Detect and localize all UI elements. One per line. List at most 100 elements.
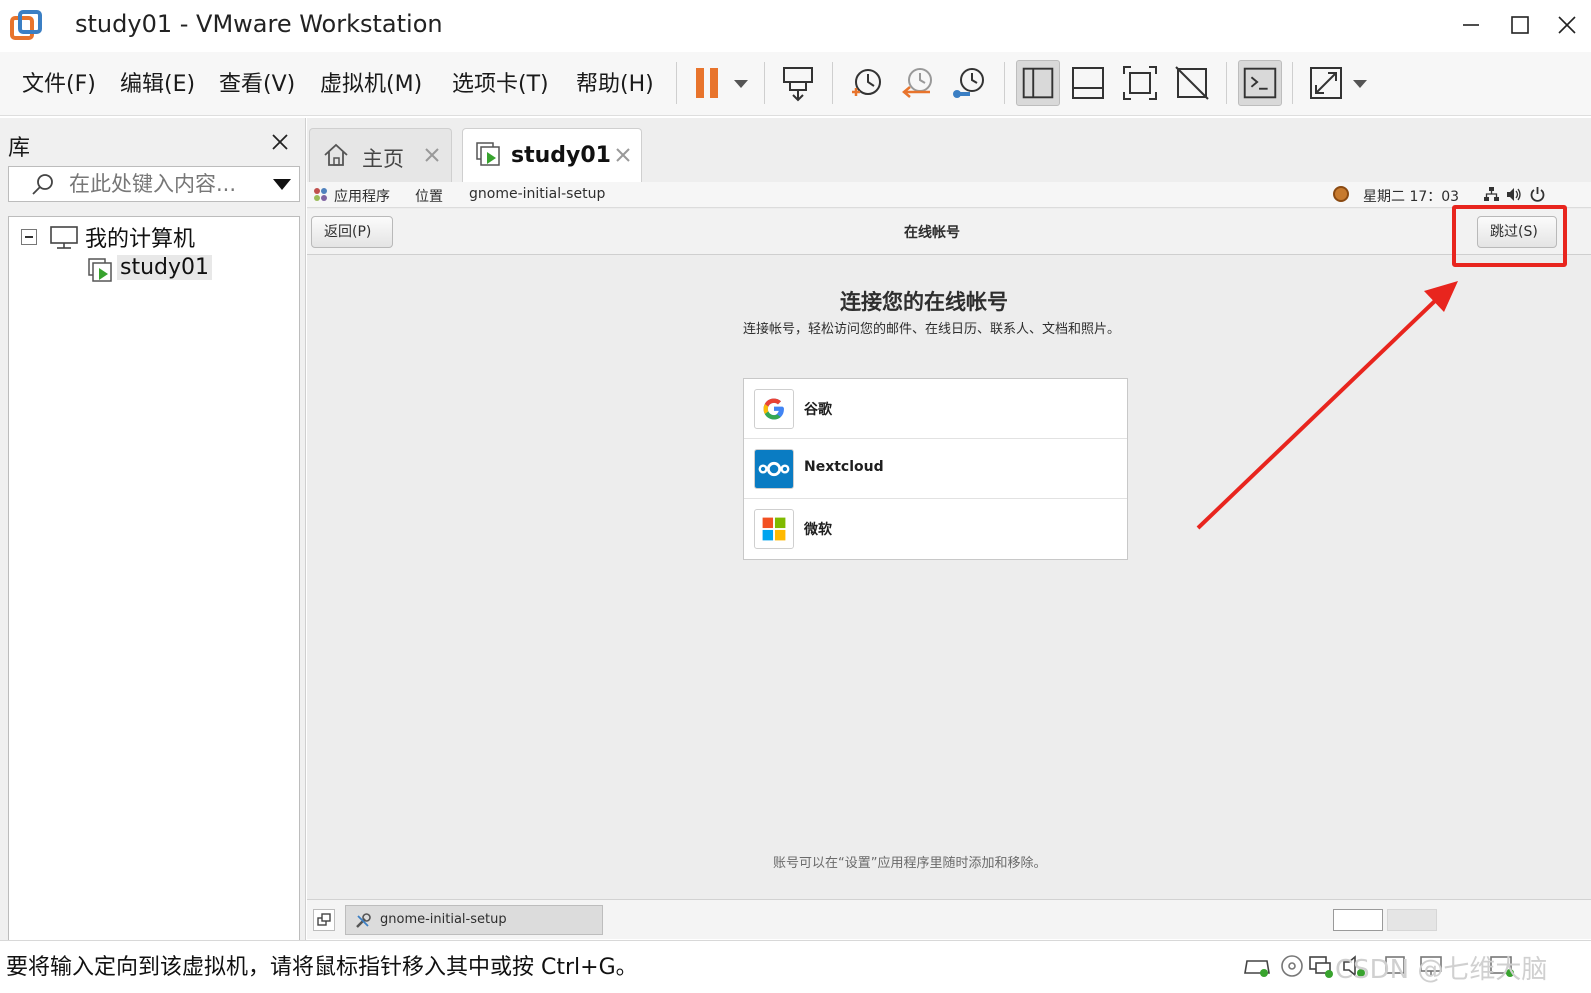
stretch-dropdown-button[interactable]	[1348, 60, 1372, 106]
revert-snapshot-button[interactable]	[896, 60, 940, 106]
back-button[interactable]: 返回(P)	[311, 216, 393, 248]
taskbar-item-initial-setup[interactable]: gnome-initial-setup	[345, 905, 603, 935]
tree-item-study01[interactable]: study01	[117, 255, 213, 280]
toolbar-separator	[832, 62, 833, 104]
close-tab-icon[interactable]	[422, 145, 442, 165]
toolbar-separator	[676, 62, 677, 104]
user-status-icon[interactable]	[1333, 186, 1349, 202]
snapshot-manager-button[interactable]	[948, 60, 992, 106]
thumbnail-bar-icon	[1072, 67, 1104, 99]
console-view-icon	[1243, 67, 1277, 99]
close-window-button[interactable]	[1554, 12, 1580, 38]
menu-help[interactable]: 帮助(H)	[576, 66, 654, 98]
provider-label: Nextcloud	[804, 459, 884, 475]
fullscreen-button[interactable]	[1118, 60, 1162, 106]
google-icon	[754, 389, 794, 429]
search-input[interactable]	[69, 169, 265, 199]
minimize-button[interactable]	[1458, 12, 1484, 38]
microsoft-icon	[754, 509, 794, 549]
provider-microsoft[interactable]: 微软	[744, 499, 1127, 559]
library-title: 库	[8, 136, 31, 161]
hard-disk-icon[interactable]	[1243, 953, 1271, 979]
menu-edit[interactable]: 编辑(E)	[120, 66, 195, 98]
home-icon	[324, 143, 348, 166]
title-bar: study01 - VMware Workstation	[0, 0, 1591, 52]
provider-list: 谷歌 Nextcloud 微软	[743, 378, 1128, 560]
tab-label: 主页	[362, 147, 404, 171]
volume-icon[interactable]	[1505, 186, 1522, 203]
toolbar-separator	[1226, 62, 1227, 104]
applications-menu[interactable]: 应用程序	[334, 186, 390, 206]
search-dropdown-icon[interactable]	[273, 179, 291, 190]
pause-icon	[696, 68, 718, 98]
workspace-2[interactable]	[1387, 909, 1437, 931]
workspace-1[interactable]	[1333, 909, 1383, 931]
library-view-button[interactable]	[1016, 60, 1060, 106]
computer-icon	[50, 226, 78, 249]
toolbar-separator	[764, 62, 765, 104]
tab-strip: 主页 study01	[307, 118, 1591, 182]
menu-file[interactable]: 文件(F)	[22, 66, 96, 98]
menu-view[interactable]: 查看(V)	[219, 66, 295, 98]
window-title: study01 - VMware Workstation	[75, 10, 443, 38]
page-title: 连接您的在线帐号	[840, 290, 1008, 314]
taskbar-item-label: gnome-initial-setup	[380, 912, 507, 927]
tab-home[interactable]: 主页	[309, 128, 452, 182]
power-dropdown-button[interactable]	[728, 60, 754, 106]
unity-button[interactable]	[1170, 60, 1214, 106]
applications-icon	[314, 188, 327, 201]
status-message: 要将输入定向到该虚拟机，请将鼠标指针移入其中或按 Ctrl+G。	[6, 955, 638, 980]
places-menu[interactable]: 位置	[415, 186, 443, 206]
provider-label: 微软	[804, 522, 832, 538]
app-menu[interactable]: gnome-initial-setup	[469, 186, 605, 202]
close-tab-icon[interactable]	[613, 145, 633, 165]
network-icon[interactable]	[1483, 186, 1500, 203]
maximize-button[interactable]	[1507, 12, 1533, 38]
power-icon[interactable]	[1529, 186, 1546, 203]
collapse-toggle[interactable]	[21, 229, 37, 245]
toolbar-separator	[1292, 62, 1293, 104]
library-panel: 库 我的计算机 study01	[0, 118, 306, 955]
unity-icon	[1175, 66, 1209, 100]
status-bar: 要将输入定向到该虚拟机，请将鼠标指针移入其中或按 Ctrl+G。 CSDN @七…	[0, 940, 1591, 993]
vm-running-icon	[88, 258, 112, 282]
clock[interactable]: 星期二 17：03	[1363, 186, 1459, 206]
provider-nextcloud[interactable]: Nextcloud	[744, 439, 1127, 499]
library-close-icon[interactable]	[268, 130, 292, 154]
nextcloud-icon	[754, 449, 794, 489]
thumbnail-bar-button[interactable]	[1066, 60, 1110, 106]
send-ctrl-alt-del-button[interactable]	[776, 60, 820, 106]
stretch-icon	[1310, 67, 1342, 99]
tools-icon	[356, 913, 371, 928]
show-desktop-icon	[317, 913, 331, 926]
library-search	[8, 166, 300, 202]
gnome-top-panel: 应用程序 位置 gnome-initial-setup 星期二 17：03	[307, 182, 1591, 208]
vm-display[interactable]: 应用程序 位置 gnome-initial-setup 星期二 17：03 返回…	[307, 182, 1591, 939]
fullscreen-icon	[1123, 66, 1157, 100]
console-view-button[interactable]	[1238, 60, 1282, 106]
page-description: 连接帐号，轻松访问您的邮件、在线日历、联系人、文档和照片。	[743, 322, 1121, 337]
tree-item-my-computer[interactable]: 我的计算机	[85, 221, 195, 253]
snapshot-icon	[852, 69, 881, 96]
menu-tabs[interactable]: 选项卡(T)	[452, 66, 549, 98]
show-desktop-button[interactable]	[313, 909, 335, 931]
cd-dvd-icon[interactable]	[1279, 953, 1307, 979]
tab-study01[interactable]: study01	[462, 128, 642, 182]
stretch-button[interactable]	[1304, 60, 1348, 106]
take-snapshot-button[interactable]	[844, 60, 888, 106]
dropdown-arrow-icon	[1353, 80, 1367, 88]
watermark-credit: CSDN @七维大脑	[1335, 955, 1548, 985]
menu-vm[interactable]: 虚拟机(M)	[320, 66, 422, 98]
pause-button[interactable]	[688, 60, 726, 106]
snapshot-manager-icon	[953, 68, 984, 98]
header-title: 在线帐号	[904, 225, 960, 241]
tab-label: study01	[511, 143, 611, 168]
provider-label: 谷歌	[804, 402, 832, 418]
provider-google[interactable]: 谷歌	[744, 379, 1127, 439]
setup-header: 返回(P) 在线帐号 跳过(S)	[307, 209, 1591, 255]
library-view-icon	[1022, 67, 1054, 99]
network-adapter-icon[interactable]	[1307, 953, 1335, 979]
gnome-bottom-panel: gnome-initial-setup	[307, 899, 1591, 939]
toolbar-separator	[1004, 62, 1005, 104]
revert-snapshot-icon	[902, 68, 932, 98]
